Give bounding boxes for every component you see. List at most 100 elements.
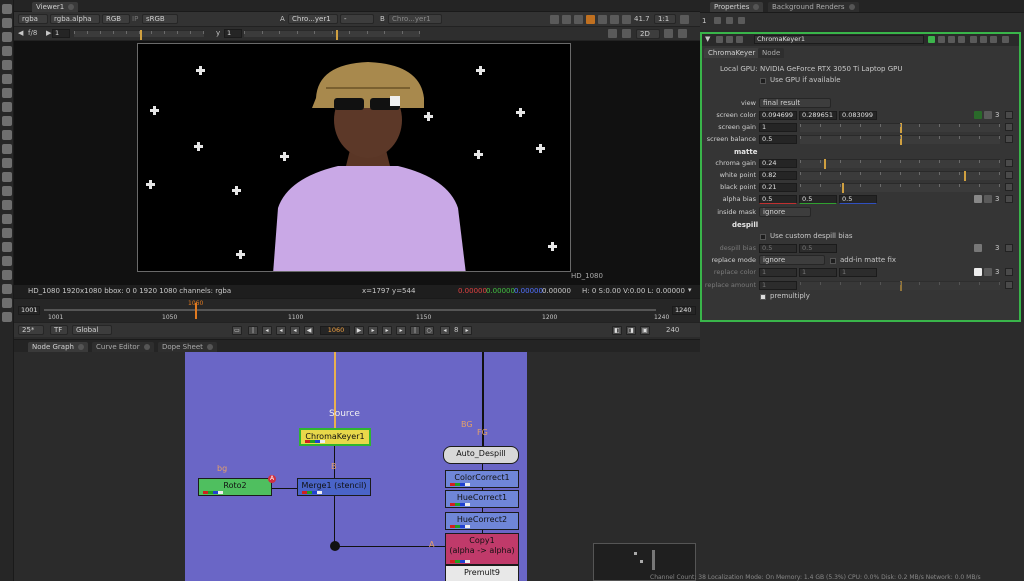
display-lut-dropdown[interactable]: sRGB xyxy=(142,14,178,24)
white-point-slider[interactable] xyxy=(800,171,1000,181)
replace-color-swatch[interactable] xyxy=(974,268,982,276)
fstop-arrow-right-icon[interactable]: ▶ xyxy=(46,29,51,38)
step-forward-button[interactable]: ▸ xyxy=(462,326,472,335)
edit-icon[interactable] xyxy=(738,17,745,24)
fstop-arrows-icon[interactable]: ◀ xyxy=(18,29,23,38)
toolsets-icon[interactable] xyxy=(2,214,12,224)
draw-icon[interactable] xyxy=(2,32,12,42)
lock-icon[interactable] xyxy=(574,15,583,24)
next-increment-button[interactable]: ▸ xyxy=(382,326,392,335)
animation-icon[interactable] xyxy=(1005,159,1013,167)
tab-node-graph[interactable]: Node Graph xyxy=(28,342,88,352)
tf-dropdown[interactable]: TF xyxy=(50,325,68,335)
furnace-icon[interactable] xyxy=(2,242,12,252)
despill-bias-field-2[interactable]: 0.5 xyxy=(799,244,837,253)
color-icon[interactable] xyxy=(2,74,12,84)
alpha-bias-r[interactable]: 0.5 xyxy=(759,195,797,204)
compare-mode-dropdown[interactable]: - xyxy=(340,14,374,24)
timeline-end-field[interactable]: 1240 xyxy=(672,306,696,315)
custom-despill-checkbox[interactable] xyxy=(760,234,766,240)
ip-button[interactable]: IP xyxy=(132,15,138,24)
air-icon[interactable] xyxy=(2,284,12,294)
tab-dope-sheet[interactable]: Dope Sheet xyxy=(158,342,217,352)
view-dropdown[interactable]: final result xyxy=(759,98,831,108)
zoom-dropdown[interactable]: 1:1 xyxy=(654,14,676,24)
wipe-icon[interactable] xyxy=(622,29,631,38)
use-gpu-checkbox[interactable] xyxy=(760,78,766,84)
float-panel-icon[interactable] xyxy=(990,36,997,43)
dot-node[interactable] xyxy=(330,541,340,551)
roi-icon[interactable] xyxy=(562,15,571,24)
replace-color-g[interactable]: 1 xyxy=(799,268,837,277)
refresh-icon[interactable] xyxy=(610,15,619,24)
timeline-track[interactable] xyxy=(44,309,656,311)
alpha-bias-count[interactable]: 3 xyxy=(995,195,999,204)
next-frame-button[interactable]: ▸ xyxy=(368,326,378,335)
node-color-icon[interactable] xyxy=(736,36,743,43)
animation-icon[interactable] xyxy=(1005,244,1013,252)
close-icon[interactable] xyxy=(77,344,84,350)
color-picker-icon[interactable] xyxy=(984,268,992,276)
timeline-start-field[interactable]: 1001 xyxy=(18,306,40,315)
screen-color-g[interactable]: 0.289651 xyxy=(799,111,837,120)
alpha-bias-g[interactable]: 0.5 xyxy=(799,195,837,204)
chroma-gain-slider[interactable] xyxy=(800,159,1000,169)
replace-mode-dropdown[interactable]: ignore xyxy=(759,255,825,265)
particles-icon[interactable] xyxy=(2,186,12,196)
animation-icon[interactable] xyxy=(1005,195,1013,203)
revert-icon[interactable] xyxy=(958,36,965,43)
pause-icon[interactable] xyxy=(622,15,631,24)
black-point-field[interactable]: 0.21 xyxy=(759,183,797,192)
max-panels-field[interactable]: 1 xyxy=(702,17,706,26)
alpha-bias-swatch[interactable] xyxy=(974,195,982,203)
prev-keyframe-button[interactable]: ◂ xyxy=(262,326,272,335)
y-field[interactable]: 1 xyxy=(224,29,242,38)
image-icon[interactable] xyxy=(2,18,12,28)
animation-icon[interactable] xyxy=(1005,183,1013,191)
prev-frame-button[interactable]: ◂ xyxy=(290,326,300,335)
alpha-bias-b[interactable]: 0.5 xyxy=(839,195,877,204)
replace-color-count[interactable]: 3 xyxy=(995,268,999,277)
black-point-slider[interactable] xyxy=(800,183,1000,193)
color-picker-icon[interactable] xyxy=(984,195,992,203)
rgb-mode-dropdown[interactable]: RGB xyxy=(102,14,130,24)
info-expand-icon[interactable]: ▾ xyxy=(688,286,692,295)
screen-gain-field[interactable]: 1 xyxy=(759,123,797,132)
animation-icon[interactable] xyxy=(1005,281,1013,289)
redo-icon[interactable] xyxy=(948,36,955,43)
replace-amount-field[interactable]: 1 xyxy=(759,281,797,290)
replace-amount-slider[interactable] xyxy=(800,281,1000,291)
node-copy1[interactable]: Copy1 (alpha -> alpha) xyxy=(445,533,519,565)
close-icon[interactable] xyxy=(68,4,75,10)
camera-icon[interactable] xyxy=(664,29,673,38)
replace-color-r[interactable]: 1 xyxy=(759,268,797,277)
node-huecorrect2[interactable]: HueCorrect2 xyxy=(445,512,519,530)
screen-balance-field[interactable]: 0.5 xyxy=(759,135,797,144)
gpu-icon[interactable] xyxy=(928,36,935,43)
collapse-icon[interactable]: ▼ xyxy=(705,35,710,44)
replace-color-b[interactable]: 1 xyxy=(839,268,877,277)
current-frame-field[interactable]: 1060 xyxy=(320,326,350,335)
in-point-button[interactable]: ◧ xyxy=(612,326,622,335)
plugin-icon[interactable] xyxy=(2,312,12,322)
tab-properties[interactable]: Properties xyxy=(710,2,764,12)
undo-icon[interactable] xyxy=(938,36,945,43)
viewer-image-frame[interactable] xyxy=(137,43,571,272)
close-icon[interactable] xyxy=(143,344,150,350)
white-point-field[interactable]: 0.82 xyxy=(759,171,797,180)
animation-icon[interactable] xyxy=(1005,135,1013,143)
lock-icon[interactable] xyxy=(714,17,721,24)
play-forward-button[interactable]: ▶ xyxy=(354,326,364,335)
gamma-slider[interactable] xyxy=(244,30,420,40)
animation-icon[interactable] xyxy=(1005,171,1013,179)
close-icon[interactable] xyxy=(753,4,760,10)
3d-icon[interactable] xyxy=(2,144,12,154)
centre-icon[interactable] xyxy=(726,36,733,43)
addin-matte-checkbox[interactable] xyxy=(830,258,836,264)
deep-icon[interactable] xyxy=(2,200,12,210)
frame-field[interactable]: 1 xyxy=(52,29,70,38)
node-colorcorrect1[interactable]: ColorCorrect1 xyxy=(445,470,519,488)
color-picker-icon[interactable] xyxy=(984,111,992,119)
timeline[interactable]: 1001 1060 1001 1050 1100 1150 1200 1240 … xyxy=(14,298,700,322)
animation-icon[interactable] xyxy=(1005,268,1013,276)
